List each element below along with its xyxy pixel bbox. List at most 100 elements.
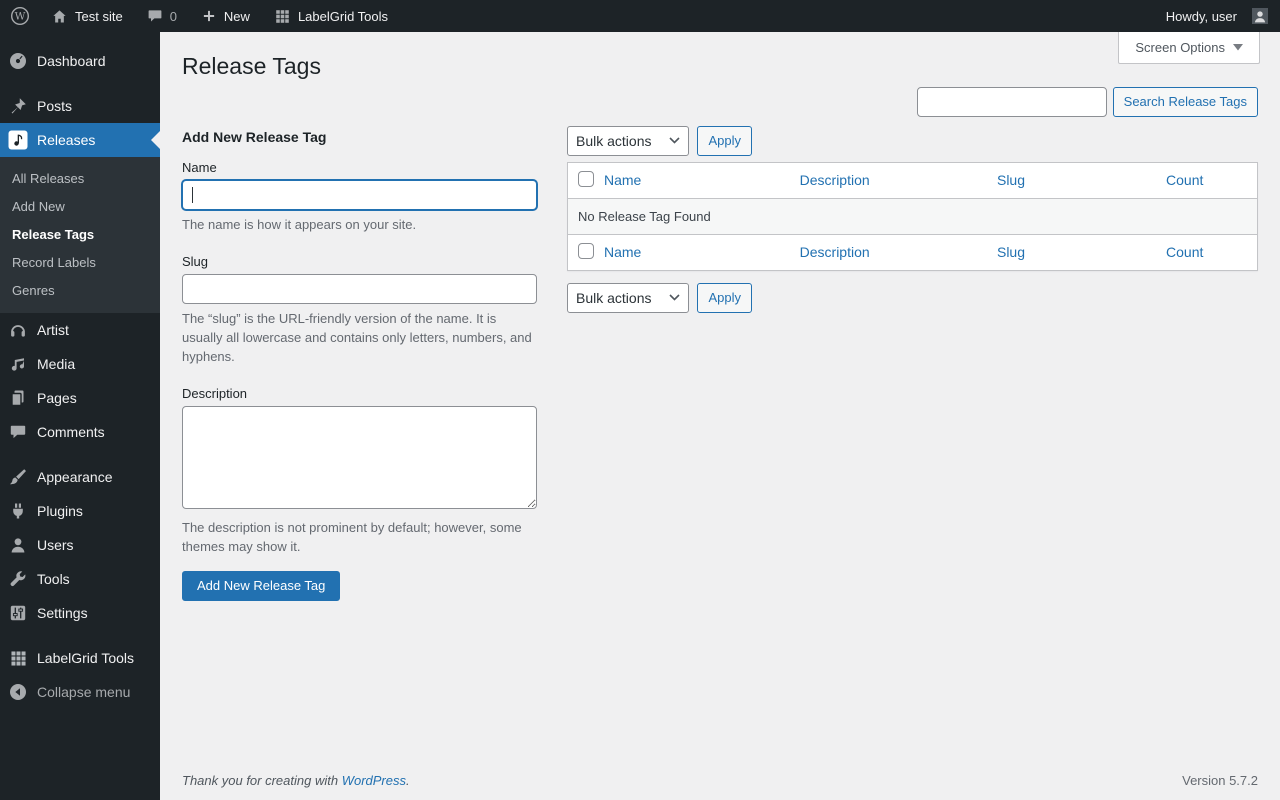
submenu-label: Add New xyxy=(12,198,65,214)
main-content: Screen Options Release Tags Search Relea… xyxy=(160,32,1280,800)
dashboard-icon xyxy=(8,51,28,71)
admin-bar-new[interactable]: New xyxy=(189,0,262,32)
name-help-text: The name is how it appears on your site. xyxy=(182,216,417,232)
screen-options-button[interactable]: Screen Options xyxy=(1118,32,1260,64)
sidebar-item-label: Comments xyxy=(37,424,105,440)
footer-thanks-text: Thank you for creating with xyxy=(182,773,342,788)
submenu-item-release-tags[interactable]: Release Tags xyxy=(0,220,160,248)
sidebar-item-artist[interactable]: Artist xyxy=(0,313,160,347)
sidebar-item-comments[interactable]: Comments xyxy=(0,415,160,449)
sort-by-description-link[interactable]: Description xyxy=(800,172,870,188)
sidebar-item-releases[interactable]: Releases xyxy=(0,123,160,157)
wordpress-logo-menu[interactable]: W xyxy=(0,0,39,32)
sidebar-item-users[interactable]: Users xyxy=(0,528,160,562)
sort-by-name-link[interactable]: Name xyxy=(604,172,641,188)
sidebar-item-tools[interactable]: Tools xyxy=(0,562,160,596)
user-icon xyxy=(8,535,28,555)
sidebar-item-settings[interactable]: Settings xyxy=(0,596,160,630)
slug-label: Slug xyxy=(182,253,209,269)
release-tags-list: Bulk actions Apply Name Description Slug… xyxy=(567,125,1258,601)
add-new-release-tag-button[interactable]: Add New Release Tag xyxy=(182,570,341,601)
chevron-down-icon xyxy=(1233,44,1243,51)
sidebar-item-dashboard[interactable]: Dashboard xyxy=(0,44,160,78)
collapse-arrow-icon xyxy=(8,682,28,702)
apply-button-bottom[interactable]: Apply xyxy=(697,282,753,313)
search-input[interactable] xyxy=(916,86,1107,117)
bulk-actions-selected-option: Bulk actions xyxy=(576,289,652,306)
name-label: Name xyxy=(182,159,217,175)
menu-separator xyxy=(0,630,160,641)
release-tags-table: Name Description Slug Count No Release T… xyxy=(567,161,1258,271)
sidebar-item-label: Dashboard xyxy=(37,53,106,69)
submenu-label: Genres xyxy=(12,282,55,298)
admin-bar: W Test site 0 New LabelGrid Tools Howdy,… xyxy=(0,0,1280,32)
headphones-icon xyxy=(8,320,28,340)
admin-footer: Thank you for creating with WordPress. V… xyxy=(182,773,1258,788)
chevron-down-icon xyxy=(669,137,681,144)
pushpin-icon xyxy=(8,96,28,116)
sidebar-item-posts[interactable]: Posts xyxy=(0,89,160,123)
empty-message: No Release Tag Found xyxy=(568,198,1257,234)
sidebar-item-label: Media xyxy=(37,356,76,372)
submenu-item-genres[interactable]: Genres xyxy=(0,276,160,304)
description-field[interactable] xyxy=(182,405,537,509)
sidebar-item-label: Tools xyxy=(37,571,70,587)
sort-by-slug-link[interactable]: Slug xyxy=(997,172,1025,188)
sidebar-item-appearance[interactable]: Appearance xyxy=(0,460,160,494)
admin-bar-site-name[interactable]: Test site xyxy=(39,0,135,32)
wrench-icon xyxy=(8,569,28,589)
bulk-actions-select-bottom[interactable]: Bulk actions xyxy=(567,282,690,313)
media-icon xyxy=(8,354,28,374)
chevron-down-icon xyxy=(669,294,681,301)
sidebar-item-label: Settings xyxy=(37,605,88,621)
sidebar-item-label: Users xyxy=(37,537,74,553)
svg-text:W: W xyxy=(15,11,26,23)
admin-bar-comments[interactable]: 0 xyxy=(135,0,189,32)
admin-bar-labelgrid-label: LabelGrid Tools xyxy=(297,8,389,24)
description-help-text: The description is not prominent by defa… xyxy=(182,519,522,554)
name-field[interactable] xyxy=(182,179,537,210)
sidebar-item-label: Releases xyxy=(37,132,96,148)
sidebar-item-label: Plugins xyxy=(37,503,83,519)
comments-bubble-icon xyxy=(147,8,163,24)
submenu-item-record-labels[interactable]: Record Labels xyxy=(0,248,160,276)
text-cursor xyxy=(192,186,193,203)
sort-by-name-link[interactable]: Name xyxy=(604,244,641,260)
slug-help-text: The “slug” is the URL-friendly version o… xyxy=(182,310,532,364)
table-header-row: Name Description Slug Count xyxy=(568,163,1257,199)
apply-button[interactable]: Apply xyxy=(697,125,753,156)
empty-table-row: No Release Tag Found xyxy=(568,198,1257,234)
sidebar-item-media[interactable]: Media xyxy=(0,347,160,381)
search-release-tags-button[interactable]: Search Release Tags xyxy=(1112,86,1258,117)
sidebar-item-labelgrid-tools[interactable]: LabelGrid Tools xyxy=(0,641,160,675)
wordpress-link[interactable]: WordPress xyxy=(342,773,406,788)
menu-separator xyxy=(0,449,160,460)
admin-bar-site-label: Test site xyxy=(75,8,123,24)
sort-by-count-link[interactable]: Count xyxy=(1166,172,1203,188)
submenu-item-all-releases[interactable]: All Releases xyxy=(0,164,160,192)
bulk-actions-select[interactable]: Bulk actions xyxy=(567,125,690,156)
collapse-menu-button[interactable]: Collapse menu xyxy=(0,675,160,709)
select-all-checkbox[interactable] xyxy=(578,170,594,187)
submenu-item-add-new[interactable]: Add New xyxy=(0,192,160,220)
sort-by-count-link[interactable]: Count xyxy=(1166,244,1203,260)
select-all-checkbox[interactable] xyxy=(578,242,594,259)
comment-count: 0 xyxy=(169,8,177,24)
releases-submenu: All Releases Add New Release Tags Record… xyxy=(0,157,160,313)
table-footer-row: Name Description Slug Count xyxy=(568,233,1257,270)
admin-bar-labelgrid-tools[interactable]: LabelGrid Tools xyxy=(262,0,400,32)
submenu-label: Release Tags xyxy=(12,226,95,242)
sidebar-item-label: LabelGrid Tools xyxy=(37,650,135,666)
sort-by-description-link[interactable]: Description xyxy=(800,244,870,260)
slug-field[interactable] xyxy=(182,273,537,304)
sidebar-item-pages[interactable]: Pages xyxy=(0,381,160,415)
admin-bar-my-account[interactable]: Howdy, user xyxy=(1154,0,1280,32)
sidebar-item-label: Appearance xyxy=(37,469,113,485)
sidebar-item-plugins[interactable]: Plugins xyxy=(0,494,160,528)
paintbrush-icon xyxy=(8,467,28,487)
avatar xyxy=(1252,8,1268,24)
howdy-label: Howdy, user xyxy=(1165,8,1237,24)
sort-by-slug-link[interactable]: Slug xyxy=(997,244,1025,260)
sidebar-item-label: Pages xyxy=(37,390,77,406)
form-heading: Add New Release Tag xyxy=(182,128,327,145)
